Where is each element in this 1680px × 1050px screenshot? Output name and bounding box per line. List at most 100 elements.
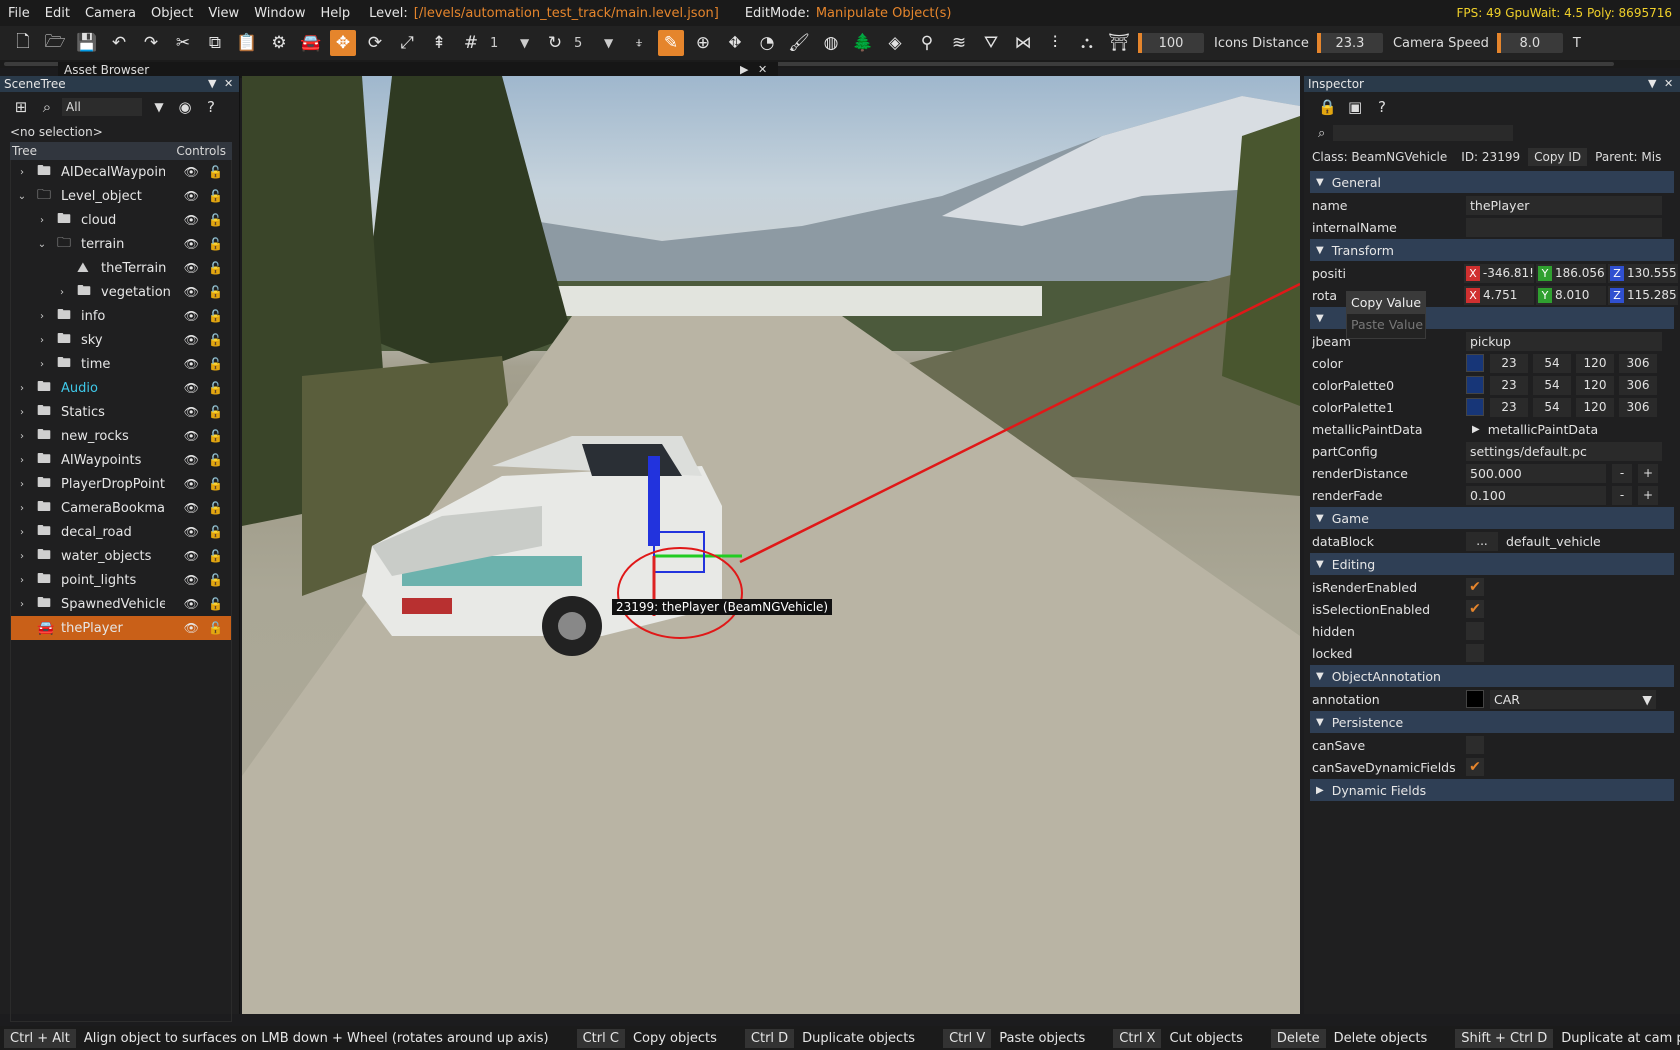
camera-speed-slider[interactable]: 8.0	[1496, 33, 1563, 53]
tree-row[interactable]: › 🖿 AIDecalWaypoints 👁 🔓	[11, 160, 231, 184]
tree-row[interactable]: ⌄ 🗀 Level_object 👁 🔓	[11, 184, 231, 208]
forest-icon[interactable]: 🌲	[850, 30, 876, 56]
visibility-eye-icon[interactable]: 👁	[184, 573, 199, 587]
settings-gear-icon[interactable]: ⚙	[266, 30, 292, 56]
help-icon[interactable]: ?	[1378, 98, 1400, 116]
tree-row[interactable]: › 🖿 PlayerDropPoints 👁 🔓	[11, 472, 231, 496]
rotation-z-field[interactable]: Z 115.285	[1608, 285, 1678, 305]
grid-snap-value[interactable]: 1	[490, 32, 516, 54]
lock-icon[interactable]: 🔓	[208, 405, 223, 419]
menu-object[interactable]: Object	[151, 6, 193, 21]
position-z-field[interactable]: Z 130.555	[1608, 263, 1678, 283]
chevron-right-icon[interactable]: ›	[15, 503, 29, 514]
color-g-field[interactable]: 54	[1533, 353, 1571, 373]
paste-value-menu-item[interactable]: Paste Value	[1347, 314, 1425, 336]
visibility-slider[interactable]: 100	[1138, 33, 1204, 53]
icons-distance-slider[interactable]: 23.3	[1316, 33, 1383, 53]
terrain-paint-icon[interactable]: ◔	[754, 30, 780, 56]
datablock-browse-button[interactable]: ...	[1466, 531, 1498, 551]
lock-icon[interactable]: 🔓	[208, 573, 223, 587]
chevron-right-icon[interactable]: ›	[15, 431, 29, 442]
tree-row[interactable]: › 🖿 point_lights 👁 🔓	[11, 568, 231, 592]
lock-icon[interactable]: 🔓	[208, 357, 223, 371]
tree-row[interactable]: › 🖿 SpawnedVehicles 👁 🔓	[11, 592, 231, 616]
visibility-eye-icon[interactable]: 👁	[184, 597, 199, 611]
chevron-right-icon[interactable]: ›	[35, 215, 49, 226]
visibility-eye-icon[interactable]: 👁	[184, 549, 199, 563]
translate-gizmo-icon[interactable]: ✥	[330, 30, 356, 56]
chevron-right-icon[interactable]: ›	[15, 167, 29, 178]
expand-arrow-icon[interactable]: ▶	[1472, 424, 1480, 435]
tree-row[interactable]: › 🖿 CameraBookmarks 👁 🔓	[11, 496, 231, 520]
rotation-y-field[interactable]: Y 8.010	[1536, 285, 1606, 305]
color-swatch[interactable]	[1466, 376, 1484, 394]
increment-button[interactable]: +	[1638, 463, 1658, 483]
close-icon[interactable]: ✕	[224, 76, 233, 92]
section-general[interactable]: ▼ General	[1310, 171, 1674, 193]
visibility-eye-icon[interactable]: 👁	[184, 429, 199, 443]
visibility-eye-icon[interactable]: 👁	[184, 621, 199, 635]
lock-icon[interactable]: 🔒	[1318, 98, 1340, 116]
lock-icon[interactable]: 🔓	[208, 453, 223, 467]
section-dynamic-fields[interactable]: ▶ Dynamic Fields	[1310, 779, 1674, 801]
cp0-b-field[interactable]: 120	[1576, 375, 1614, 395]
visibility-eye-icon[interactable]: 👁	[184, 453, 199, 467]
visibility-eye-icon[interactable]: 👁	[184, 309, 199, 323]
cp1-g-field[interactable]: 54	[1533, 397, 1571, 417]
cp1-r-field[interactable]: 23	[1490, 397, 1528, 417]
lock-icon[interactable]: 🔓	[208, 189, 223, 203]
lock-icon[interactable]: 🔓	[208, 333, 223, 347]
lock-icon[interactable]: 🔓	[208, 429, 223, 443]
visibility-eye-icon[interactable]: 👁	[184, 213, 199, 227]
lock-icon[interactable]: 🔓	[208, 285, 223, 299]
visibility-eye-icon[interactable]: 👁	[184, 357, 199, 371]
menu-camera[interactable]: Camera	[85, 6, 136, 21]
layers-icon[interactable]: ◈	[882, 30, 908, 56]
visibility-eye-icon[interactable]: 👁	[184, 285, 199, 299]
position-y-field[interactable]: Y 186.056	[1536, 263, 1606, 283]
renderdistance-field[interactable]: 500.000	[1466, 463, 1606, 483]
chevron-down-icon[interactable]: ▼	[148, 100, 170, 114]
section-transform[interactable]: ▼ Transform	[1310, 239, 1674, 261]
rotation-x-field[interactable]: X 4.751	[1464, 285, 1534, 305]
open-folder-icon[interactable]: 🗁	[42, 30, 68, 56]
color-swatch[interactable]	[1466, 398, 1484, 416]
cut-icon[interactable]: ✂	[170, 30, 196, 56]
grid-snap-icon[interactable]: #	[458, 30, 484, 56]
cp0-r-field[interactable]: 23	[1490, 375, 1528, 395]
decrement-button[interactable]: -	[1612, 485, 1632, 505]
new-file-icon[interactable]: 🗋	[10, 30, 36, 56]
world-local-icon[interactable]: ⇞	[426, 30, 452, 56]
lock-icon[interactable]: 🔓	[208, 381, 223, 395]
renderfade-field[interactable]: 0.100	[1466, 485, 1606, 505]
hidden-checkbox[interactable]	[1466, 622, 1484, 640]
metallic-tree-node[interactable]: metallicPaintData	[1488, 422, 1599, 437]
broadcast-icon[interactable]: ◉	[174, 98, 196, 116]
tree-row[interactable]: › 🖿 AIWaypoints 👁 🔓	[11, 448, 231, 472]
increment-button[interactable]: +	[1638, 485, 1658, 505]
name-field[interactable]: thePlayer	[1466, 195, 1662, 215]
road-tool-icon[interactable]: ⛖	[722, 30, 748, 56]
menu-window[interactable]: Window	[254, 6, 305, 21]
tree-row[interactable]: › 🖿 cloud 👁 🔓	[11, 208, 231, 232]
undo-icon[interactable]: ↶	[106, 30, 132, 56]
lock-icon[interactable]: 🔓	[208, 261, 223, 275]
copy-icon[interactable]: ⧉	[202, 30, 228, 56]
panel-menu-icon[interactable]: ▼	[1648, 76, 1656, 92]
lock-icon[interactable]: 🔓	[208, 165, 223, 179]
tree-row[interactable]: › 🖿 vegetation 👁 🔓	[11, 280, 231, 304]
river-icon[interactable]: ≋	[946, 30, 972, 56]
chevron-right-icon[interactable]: ›	[15, 479, 29, 490]
tree-row[interactable]: › 🖿 time 👁 🔓	[11, 352, 231, 376]
nodes-icon[interactable]: ⛬	[1074, 30, 1100, 56]
section-editing[interactable]: ▼ Editing	[1310, 553, 1674, 575]
rotate-snap-icon[interactable]: ↻	[542, 30, 568, 56]
cansavedynamicfields-checkbox[interactable]: ✔	[1466, 758, 1484, 776]
lock-icon[interactable]: 🔓	[208, 309, 223, 323]
cp0-a-field[interactable]: 306	[1619, 375, 1657, 395]
rotate-snap-value[interactable]: 5	[574, 32, 600, 54]
lock-icon[interactable]: 🔓	[208, 477, 223, 491]
visibility-eye-icon[interactable]: 👁	[184, 237, 199, 251]
visibility-eye-icon[interactable]: 👁	[184, 165, 199, 179]
visibility-eye-icon[interactable]: 👁	[184, 261, 199, 275]
